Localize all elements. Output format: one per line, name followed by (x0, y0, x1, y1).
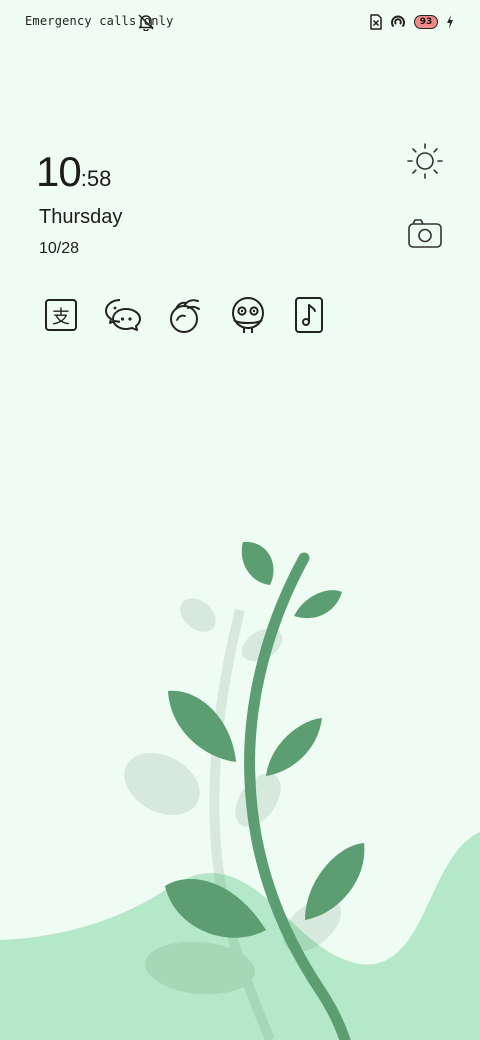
hotspot-icon (391, 15, 405, 28)
status-bar: Emergency calls only 93 (0, 0, 480, 44)
date-text: 10/28 (39, 240, 80, 257)
clock-minutes: :58 (80, 166, 112, 191)
svg-text:支: 支 (52, 307, 70, 328)
music-icon[interactable] (290, 296, 330, 336)
bell-off-icon (138, 14, 154, 31)
wechat-icon[interactable] (104, 296, 144, 336)
face-app-icon[interactable] (228, 296, 268, 336)
camera-icon[interactable] (407, 218, 443, 250)
app-shortcuts: 支 (40, 296, 340, 336)
wallpaper-illustration (0, 541, 480, 1040)
alipay-icon[interactable]: 支 (44, 296, 84, 336)
clock-hours: 10 (36, 148, 82, 195)
brightness-icon[interactable] (406, 142, 444, 180)
peach-icon[interactable] (166, 296, 206, 336)
status-icons: 93 (370, 12, 454, 32)
charging-icon (447, 15, 453, 29)
day-of-week: Thursday (39, 206, 123, 228)
battery-icon: 93 (414, 15, 438, 29)
lockscreen-clock: 10:58 (36, 148, 111, 196)
sim-missing-icon (370, 14, 382, 30)
